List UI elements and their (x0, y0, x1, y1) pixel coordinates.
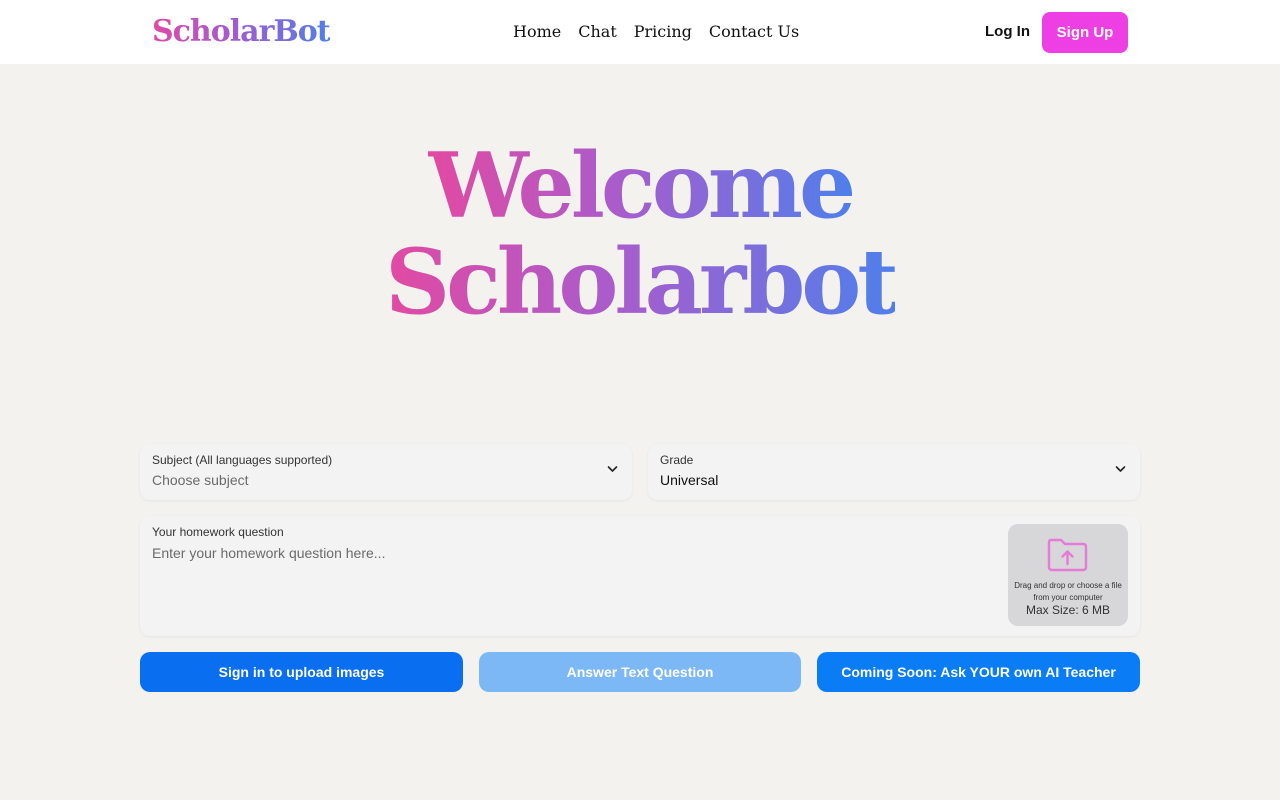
folder-upload-icon (1047, 538, 1088, 572)
login-link[interactable]: Log In (985, 22, 1030, 42)
question-placeholder: Enter your homework question here... (152, 545, 386, 561)
grade-select[interactable]: Grade Universal (648, 444, 1140, 500)
grade-value: Universal (660, 472, 719, 488)
nav-contact-us[interactable]: Contact Us (709, 20, 799, 44)
chevron-down-icon (1115, 466, 1126, 472)
homework-question-field[interactable]: Your homework question Enter your homewo… (140, 516, 1140, 636)
subject-placeholder: Choose subject (152, 472, 249, 488)
hero-line-2: Scholarbot (385, 229, 899, 335)
sign-in-upload-images-button[interactable]: Sign in to upload images (140, 652, 463, 692)
top-navbar: ScholarBot Home Chat Pricing Contact Us … (0, 0, 1280, 64)
logo[interactable]: ScholarBot (152, 12, 331, 52)
subject-label: Subject (All languages supported) (152, 453, 333, 467)
grade-label: Grade (660, 453, 694, 467)
nav-pricing[interactable]: Pricing (634, 20, 692, 44)
image-upload-dropzone[interactable]: Drag and drop or choose a file from your… (1008, 524, 1128, 626)
nav-home[interactable]: Home (513, 20, 561, 44)
chevron-down-icon (607, 466, 618, 472)
answer-text-question-button[interactable]: Answer Text Question (479, 652, 801, 692)
subject-select[interactable]: Subject (All languages supported) Choose… (140, 444, 632, 500)
signup-button[interactable]: Sign Up (1042, 12, 1128, 53)
ai-teacher-button[interactable]: Coming Soon: Ask YOUR own AI Teacher (817, 652, 1140, 692)
upload-instructions: Drag and drop or choose a file from your… (1014, 581, 1122, 602)
main-nav: Home Chat Pricing Contact Us (513, 20, 799, 44)
hero-line-1: Welcome (427, 133, 857, 239)
upload-max-size: Max Size: 6 MB (1025, 603, 1111, 617)
hero-title: Welcome Scholarbot (0, 138, 1280, 330)
question-label: Your homework question (152, 525, 284, 539)
nav-chat[interactable]: Chat (578, 20, 617, 44)
